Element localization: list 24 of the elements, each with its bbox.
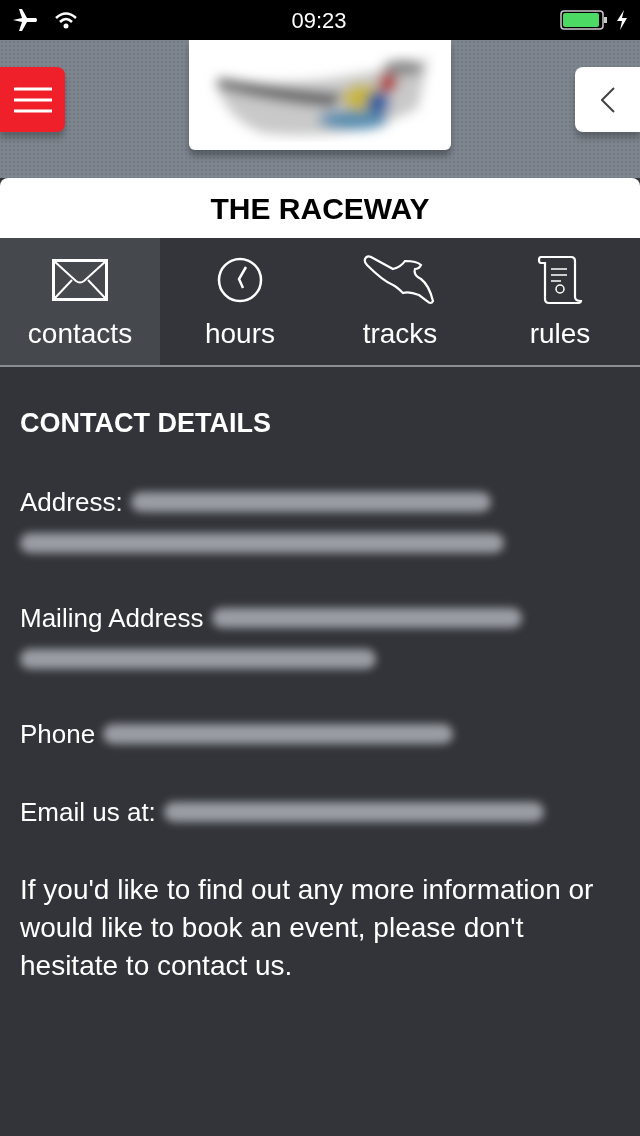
scroll-icon bbox=[537, 255, 583, 305]
tab[interactable]: contacts bbox=[0, 238, 160, 365]
battery-icon bbox=[560, 9, 608, 31]
tab[interactable]: hours bbox=[160, 238, 320, 365]
menu-button[interactable] bbox=[0, 67, 65, 132]
race-track-icon bbox=[363, 255, 437, 305]
page-title: THE RACEWAY bbox=[0, 178, 640, 238]
tab[interactable]: tracks bbox=[320, 238, 480, 365]
envelope-icon bbox=[52, 259, 108, 301]
back-icon bbox=[600, 86, 615, 113]
detail-label: Address: bbox=[20, 486, 123, 520]
detail-label: Phone bbox=[20, 718, 96, 752]
detail-label: Mailing Address bbox=[20, 602, 204, 636]
contact-note: If you'd like to find out any more information or would like to book an event, please don't hesitate to contact us. bbox=[20, 873, 595, 984]
detail-label: Email us at: bbox=[20, 796, 156, 830]
menu-icon bbox=[13, 86, 52, 113]
clock-icon bbox=[217, 257, 263, 303]
airplane-icon bbox=[12, 8, 38, 32]
section-heading: CONTACT DETAILS bbox=[20, 407, 272, 440]
charging-icon bbox=[616, 10, 628, 30]
status-time: 09:23 bbox=[291, 6, 347, 35]
tab[interactable]: rules bbox=[480, 238, 640, 365]
back-button[interactable] bbox=[575, 67, 640, 132]
wifi-icon bbox=[54, 10, 78, 30]
